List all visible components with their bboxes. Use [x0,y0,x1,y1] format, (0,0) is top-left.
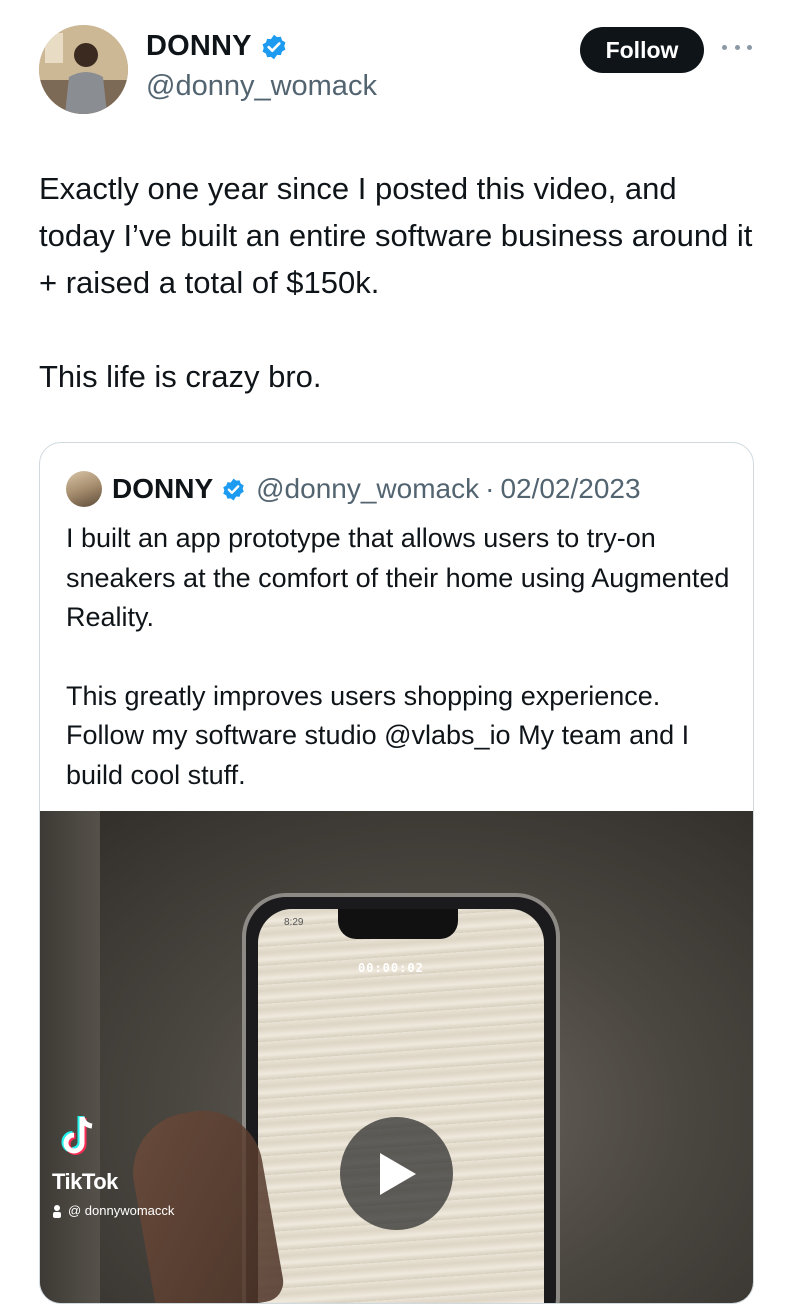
tweet-paragraph: This life is crazy bro. [39,359,322,394]
tiktok-username: @ donnywomacck [68,1203,175,1218]
quoted-author-name: DONNY [112,473,214,504]
author-avatar[interactable] [39,25,128,114]
tweet-body: Exactly one year since I posted this vid… [39,165,759,400]
quoted-tweet-body: I built an app prototype that allows use… [66,519,736,795]
tweet-paragraph: Exactly one year since I posted this vid… [39,171,753,300]
background-wall [40,811,100,1303]
user-icon [53,1204,61,1218]
tiktok-watermark: TikTok [52,1169,118,1194]
tweet-header: DONNY @donny_womack Follow [0,0,792,130]
quoted-tweet-paragraph: This greatly improves users shopping exp… [66,680,690,790]
tiktok-user-watermark: @ donnywomacck [52,1203,174,1218]
meta-separator: · [485,473,495,504]
quoted-tweet-card[interactable]: DONNY @donny_womack · 02/02/2023 I built… [39,442,754,1304]
play-icon [379,1152,416,1195]
quoted-tweet-paragraph: I built an app prototype that allows use… [66,523,730,632]
tiktok-logo-icon [61,1116,93,1155]
play-button[interactable] [340,1117,453,1230]
phone-in-video: 8:29 00:00:02 [242,893,560,1303]
avatar-photo [39,25,128,114]
author-display-name[interactable]: DONNY [146,30,288,63]
video-thumbnail[interactable]: 8:29 00:00:02 TikTok @ donnywomacck [40,811,753,1303]
phone-notch [338,909,458,939]
author-name-text: DONNY [146,30,252,62]
author-handle[interactable]: @donny_womack [146,70,377,103]
quoted-tweet-date: 02/02/2023 [500,473,641,504]
quoted-tweet-header: DONNY @donny_womack · 02/02/2023 [66,471,641,507]
quoted-author-avatar [66,471,102,507]
verified-badge-icon [223,478,244,500]
more-horizontal-icon[interactable] [722,37,752,57]
follow-button[interactable]: Follow [580,27,704,73]
verified-badge-icon [262,34,286,59]
quoted-author-handle: @donny_womack [256,473,480,504]
recording-timer: 00:00:02 [358,961,424,975]
phone-screen: 8:29 00:00:02 [258,909,544,1303]
phone-status-time: 8:29 [284,917,304,928]
